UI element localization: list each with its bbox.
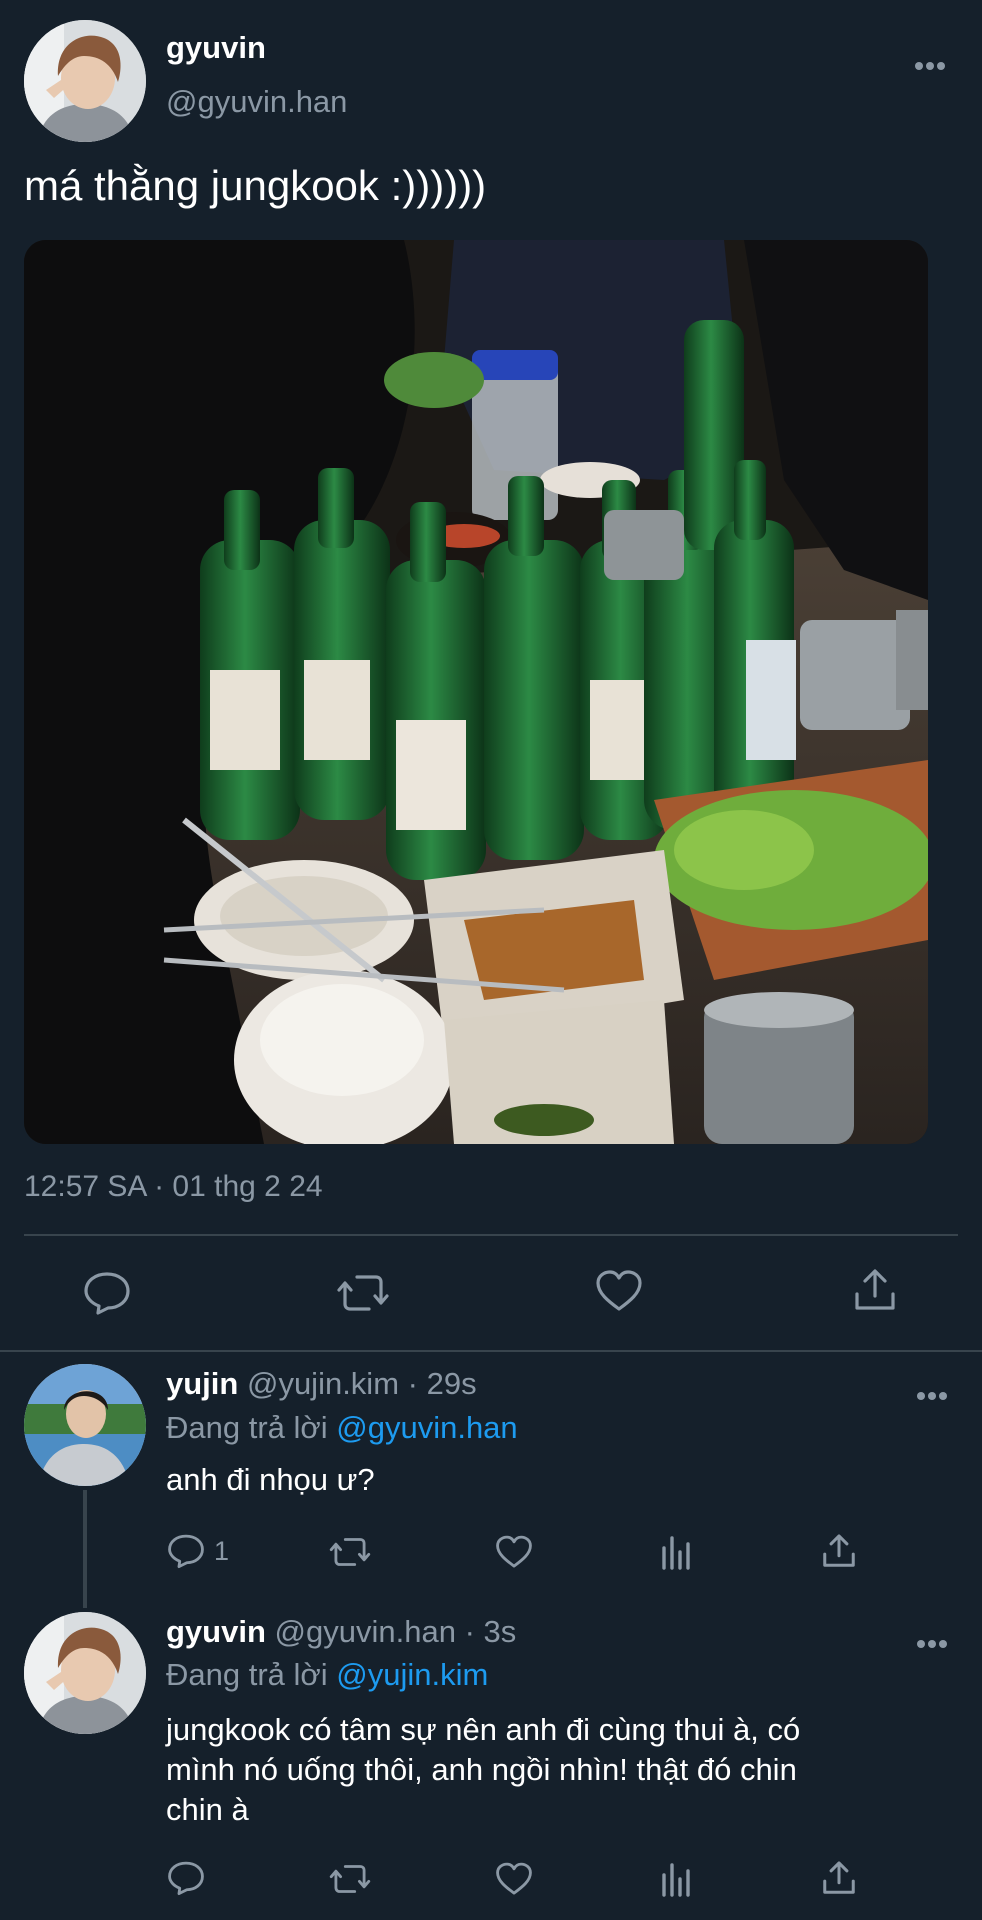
retweet-icon[interactable]: [328, 1534, 372, 1570]
divider: [24, 1234, 958, 1236]
tweet-text: má thằng jungkook :)))))): [24, 162, 487, 209]
avatar[interactable]: [24, 1612, 146, 1734]
replying-to: Đang trả lời @yujin.kim: [166, 1657, 488, 1693]
avatar[interactable]: [24, 20, 146, 142]
heart-icon[interactable]: [494, 1534, 534, 1570]
mention-link[interactable]: @gyuvin.han: [336, 1410, 517, 1445]
reply-text-line: mình nó uống thôi, anh ngồi nhìn! thật đ…: [166, 1752, 797, 1787]
display-name[interactable]: gyuvin: [166, 30, 266, 66]
reply-icon[interactable]: [82, 1270, 132, 1316]
photo-illustration: [24, 240, 928, 1144]
share-icon[interactable]: [851, 1266, 899, 1314]
mention-link[interactable]: @yujin.kim: [336, 1657, 488, 1692]
more-icon[interactable]: [914, 50, 946, 71]
replying-label: Đang trả lời: [166, 1410, 328, 1445]
analytics-icon[interactable]: [660, 1861, 694, 1897]
reply-icon[interactable]: [166, 1860, 206, 1896]
avatar[interactable]: [24, 1364, 146, 1486]
tweet-time: · 3s: [464, 1614, 517, 1649]
replying-to: Đang trả lời @gyuvin.han: [166, 1410, 518, 1446]
share-icon[interactable]: [820, 1532, 858, 1570]
divider: [0, 1350, 982, 1352]
tweet-timestamp: 12:57 SA · 01 thg 2 24: [24, 1170, 323, 1203]
more-icon[interactable]: [916, 1380, 948, 1401]
retweet-icon[interactable]: [328, 1861, 372, 1897]
heart-icon[interactable]: [494, 1861, 534, 1897]
share-icon[interactable]: [820, 1859, 858, 1897]
reply-icon[interactable]: [166, 1533, 206, 1569]
display-name[interactable]: yujin: [166, 1366, 238, 1401]
reply-text-line: chin à: [166, 1792, 249, 1827]
retweet-icon[interactable]: [335, 1270, 391, 1316]
analytics-icon[interactable]: [660, 1534, 694, 1570]
tweet-photo[interactable]: [24, 240, 928, 1144]
reply-text: anh đi nhọu ư?: [166, 1462, 375, 1497]
display-name[interactable]: gyuvin: [166, 1614, 266, 1649]
reply-text: jungkook có tâm sự nên anh đi cùng thui …: [166, 1710, 966, 1830]
reply-header: yujin @yujin.kim · 29s: [166, 1366, 477, 1402]
reply-header: gyuvin @gyuvin.han · 3s: [166, 1614, 516, 1650]
reply-count: 1: [214, 1536, 230, 1566]
user-handle[interactable]: @gyuvin.han: [275, 1614, 456, 1649]
more-icon[interactable]: [916, 1628, 948, 1649]
heart-icon[interactable]: [594, 1268, 644, 1314]
user-handle[interactable]: @yujin.kim: [247, 1366, 399, 1401]
replying-label: Đang trả lời: [166, 1657, 328, 1692]
tweet-time: · 29s: [407, 1366, 477, 1401]
reply-text-line: jungkook có tâm sự nên anh đi cùng thui …: [166, 1712, 801, 1747]
reply-connector-line: [83, 1490, 87, 1608]
user-handle[interactable]: @gyuvin.han: [166, 84, 347, 120]
